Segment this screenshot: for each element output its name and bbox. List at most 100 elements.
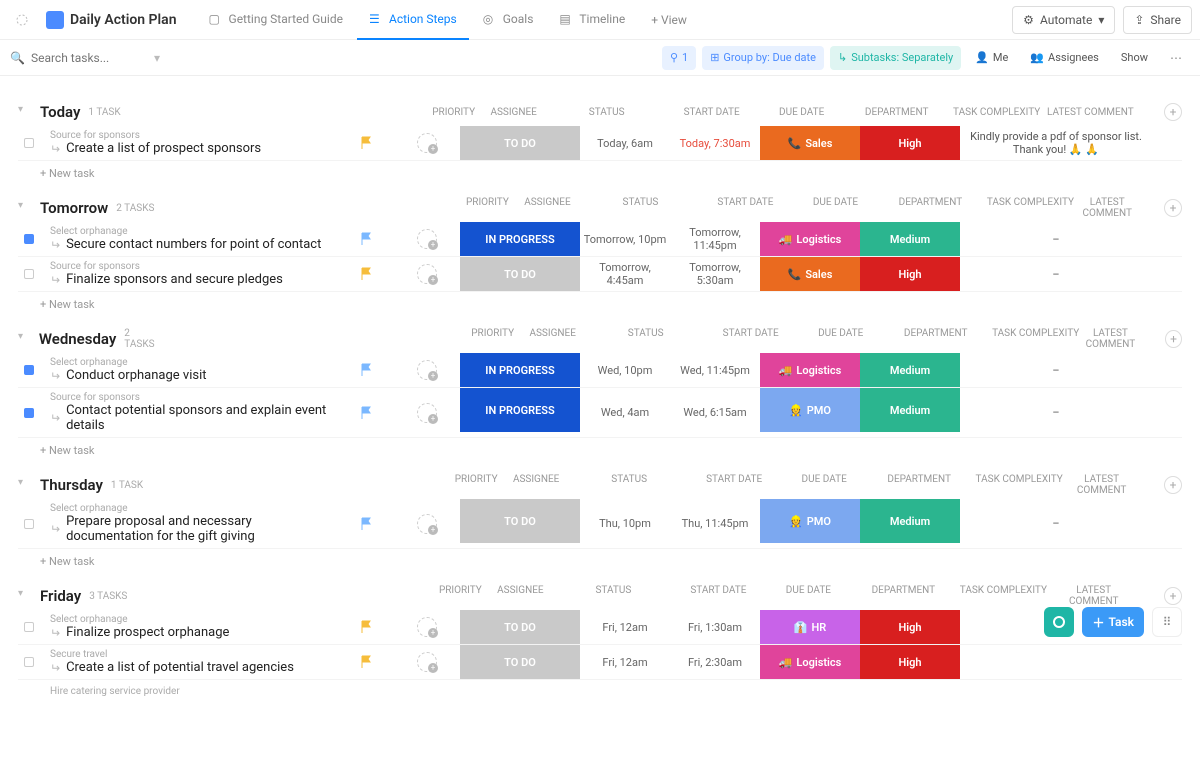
assignee-cell[interactable] (394, 652, 460, 672)
due-date-cell[interactable]: Today, 7:30am (670, 137, 760, 150)
complexity-cell[interactable]: Medium (860, 499, 960, 543)
priority-cell[interactable] (340, 655, 394, 669)
status-cell[interactable]: TO DO (460, 126, 580, 160)
start-date-cell[interactable]: Wed, 4am (580, 406, 670, 419)
complexity-cell[interactable]: Medium (860, 388, 960, 432)
status-cell[interactable]: TO DO (460, 499, 580, 543)
due-date-cell[interactable]: Tomorrow, 11:45pm (670, 226, 760, 252)
task-checkbox[interactable] (18, 657, 40, 667)
complexity-cell[interactable]: Medium (860, 222, 960, 256)
comment-cell[interactable]: – (960, 517, 1152, 530)
due-date-cell[interactable]: Fri, 1:30am (670, 621, 760, 634)
tab-goals[interactable]: ◎Goals (471, 0, 546, 40)
assignee-cell[interactable] (394, 133, 460, 153)
assignee-cell[interactable] (394, 229, 460, 249)
task-checkbox[interactable] (18, 269, 40, 279)
apps-button[interactable]: ⠿ (1152, 607, 1182, 637)
priority-cell[interactable] (340, 232, 394, 246)
priority-cell[interactable] (340, 267, 394, 281)
search-input[interactable] (31, 51, 131, 65)
department-cell[interactable]: 🚚Logistics (760, 353, 860, 387)
assignee-cell[interactable] (394, 617, 460, 637)
me-pill[interactable]: 👤Me (967, 46, 1016, 70)
complexity-cell[interactable]: Medium (860, 353, 960, 387)
new-task-button[interactable]: ＋Task (1082, 607, 1144, 637)
complexity-cell[interactable]: High (860, 126, 960, 160)
tab-timeline[interactable]: ▤Timeline (547, 0, 637, 40)
status-cell[interactable]: TO DO (460, 610, 580, 644)
assignees-pill[interactable]: 👥Assignees (1022, 46, 1107, 70)
start-date-cell[interactable]: Tomorrow, 10pm (580, 233, 670, 246)
due-date-cell[interactable]: Thu, 11:45pm (670, 517, 760, 530)
status-cell[interactable]: TO DO (460, 645, 580, 679)
task-row[interactable]: Source for sponsors ↵Contact potential s… (18, 388, 1182, 438)
add-column-button[interactable]: + (1164, 476, 1182, 494)
task-row[interactable]: Source for sponsors ↵Finalize sponsors a… (18, 257, 1182, 292)
assignee-cell[interactable] (394, 264, 460, 284)
chevron-down-icon[interactable]: ▾ (154, 51, 160, 65)
add-column-button[interactable]: + (1164, 587, 1182, 605)
share-button[interactable]: ⇪Share (1123, 6, 1192, 34)
comment-cell[interactable]: – (960, 233, 1152, 246)
status-cell[interactable]: IN PROGRESS (460, 222, 580, 256)
assignee-cell[interactable] (394, 514, 460, 534)
priority-cell[interactable] (340, 620, 394, 634)
comment-cell[interactable]: Kindly provide a pdf of sponsor list. Th… (960, 130, 1152, 156)
start-date-cell[interactable]: Tomorrow, 4:45am (580, 261, 670, 287)
due-date-cell[interactable]: Wed, 11:45pm (670, 364, 760, 377)
complexity-cell[interactable]: High (860, 610, 960, 644)
department-cell[interactable]: 👷PMO (760, 499, 860, 543)
chevron-down-icon[interactable]: ▾ (18, 104, 34, 120)
status-cell[interactable]: IN PROGRESS (460, 353, 580, 387)
filter-pill[interactable]: ⚲1 (662, 46, 696, 70)
more-icon[interactable]: ⋯ (1162, 44, 1190, 72)
add-column-button[interactable]: + (1164, 199, 1182, 217)
department-cell[interactable]: 👔HR (760, 610, 860, 644)
start-date-cell[interactable]: Fri, 12am (580, 656, 670, 669)
department-cell[interactable]: 📞Sales (760, 126, 860, 160)
status-cell[interactable]: IN PROGRESS (460, 388, 580, 432)
task-row[interactable]: Select orphanage ↵Secure contact numbers… (18, 222, 1182, 257)
comment-cell[interactable]: – (960, 268, 1152, 281)
new-task-link[interactable]: + New task (18, 438, 1182, 457)
comment-cell[interactable]: – (960, 364, 1152, 377)
start-date-cell[interactable]: Wed, 10pm (580, 364, 670, 377)
priority-cell[interactable] (340, 406, 394, 420)
status-cell[interactable]: TO DO (460, 257, 580, 291)
chevron-down-icon[interactable]: ▾ (18, 331, 33, 347)
groupby-pill[interactable]: ⊞Group by: Due date (702, 46, 824, 70)
task-checkbox[interactable] (18, 365, 40, 375)
task-checkbox[interactable] (18, 234, 40, 244)
department-cell[interactable]: 🚚Logistics (760, 645, 860, 679)
chevron-down-icon[interactable]: ▾ (18, 477, 34, 493)
task-row[interactable]: Select orphanage ↵Prepare proposal and n… (18, 499, 1182, 549)
task-row[interactable]: Secure travel ↵Create a list of potentia… (18, 645, 1182, 680)
assignee-cell[interactable] (394, 360, 460, 380)
complexity-cell[interactable]: High (860, 257, 960, 291)
tab-action-steps[interactable]: ☰Action Steps (357, 0, 469, 40)
task-row-collapsed[interactable]: Hire catering service provider (18, 680, 1182, 701)
task-checkbox[interactable] (18, 138, 40, 148)
new-task-link[interactable]: + New task (18, 549, 1182, 568)
task-row[interactable]: Select orphanage ↵Finalize prospect orph… (18, 610, 1182, 645)
department-cell[interactable]: 🚚Logistics (760, 222, 860, 256)
task-checkbox[interactable] (18, 408, 40, 418)
comment-cell[interactable]: – (960, 406, 1152, 419)
task-checkbox[interactable] (18, 519, 40, 529)
app-menu-icon[interactable] (8, 6, 36, 34)
due-date-cell[interactable]: Fri, 2:30am (670, 656, 760, 669)
add-column-button[interactable]: + (1164, 103, 1182, 121)
task-checkbox[interactable] (18, 622, 40, 632)
department-cell[interactable]: 📞Sales (760, 257, 860, 291)
complexity-cell[interactable]: High (860, 645, 960, 679)
add-column-button[interactable]: + (1165, 330, 1182, 348)
tab-getting-started[interactable]: ▢Getting Started Guide (197, 0, 355, 40)
assignee-cell[interactable] (394, 403, 460, 423)
subtasks-pill[interactable]: ↳Subtasks: Separately (830, 46, 961, 70)
priority-cell[interactable] (340, 363, 394, 377)
automate-button[interactable]: ⚙Automate▾ (1012, 6, 1115, 34)
chevron-down-icon[interactable]: ▾ (18, 588, 34, 604)
chevron-down-icon[interactable]: ▾ (18, 200, 34, 216)
start-date-cell[interactable]: Thu, 10pm (580, 517, 670, 530)
start-date-cell[interactable]: Fri, 12am (580, 621, 670, 634)
